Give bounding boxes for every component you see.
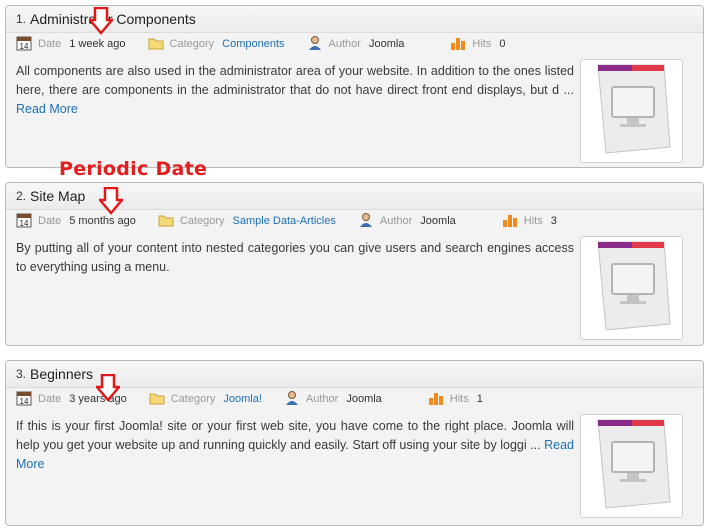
svg-text:14: 14	[20, 397, 29, 406]
read-more-link[interactable]: Read More	[16, 102, 78, 116]
category-link[interactable]: Sample Data-Articles	[233, 215, 336, 227]
author-label: Author	[379, 215, 413, 227]
calendar-icon: 14	[16, 35, 32, 54]
article-text: By putting all of your content into nest…	[16, 241, 574, 274]
calendar-icon: 14	[16, 212, 32, 231]
hits-value: 3	[550, 215, 557, 227]
article-thumbnail[interactable]	[580, 414, 683, 518]
date-label: Date	[38, 38, 62, 50]
article-thumbnail[interactable]	[580, 59, 683, 163]
article-intro: By putting all of your content into nest…	[16, 239, 574, 277]
hits-value: 0	[499, 38, 506, 50]
author-value: Joomla	[346, 393, 382, 405]
user-icon	[284, 390, 300, 409]
svg-text:14: 14	[20, 219, 29, 228]
hits-value: 1	[476, 393, 483, 405]
author-value: Joomla	[368, 38, 405, 50]
folder-icon	[149, 391, 165, 408]
document-computer-icon	[592, 240, 672, 337]
hits-label: Hits	[472, 38, 492, 50]
user-icon	[358, 212, 374, 231]
author-label: Author	[305, 393, 339, 405]
category-link[interactable]: Joomla!	[223, 393, 262, 405]
article-text: All components are also used in the admi…	[16, 64, 574, 97]
ellipsis: ...	[530, 438, 541, 452]
article-intro: All components are also used in the admi…	[16, 62, 574, 119]
bar-chart-icon	[428, 390, 444, 409]
article-intro: If this is your first Joomla! site or yo…	[16, 417, 574, 474]
svg-text:14: 14	[20, 42, 29, 51]
article-number: 1.	[16, 12, 27, 26]
folder-icon	[158, 213, 174, 230]
annotation-label: Periodic Date	[59, 158, 208, 180]
category-label: Category	[170, 393, 216, 405]
author-value: Joomla	[420, 215, 456, 227]
article-number: 3.	[16, 367, 27, 381]
article-text: If this is your first Joomla! site or yo…	[16, 419, 574, 452]
folder-icon	[148, 36, 164, 53]
hits-label: Hits	[523, 215, 543, 227]
down-arrow-annotation-icon	[87, 6, 115, 40]
down-arrow-annotation-icon	[97, 186, 125, 220]
category-label: Category	[179, 215, 225, 227]
category-label: Category	[169, 38, 215, 50]
author-label: Author	[328, 38, 361, 50]
article-thumbnail[interactable]	[580, 236, 683, 340]
hits-label: Hits	[449, 393, 469, 405]
article-number: 2.	[16, 189, 27, 203]
user-icon	[307, 35, 323, 54]
down-arrow-annotation-icon	[94, 373, 122, 407]
article-title[interactable]: Site Map	[30, 188, 85, 204]
ellipsis: ...	[563, 83, 574, 97]
date-label: Date	[38, 393, 62, 405]
article-title[interactable]: Beginners	[30, 366, 93, 382]
document-computer-icon	[592, 418, 672, 515]
bar-chart-icon	[502, 212, 518, 231]
bar-chart-icon	[450, 35, 466, 54]
calendar-icon: 14	[16, 390, 32, 409]
document-computer-icon	[592, 63, 672, 160]
date-label: Date	[38, 215, 62, 227]
category-link[interactable]: Components	[222, 38, 284, 50]
